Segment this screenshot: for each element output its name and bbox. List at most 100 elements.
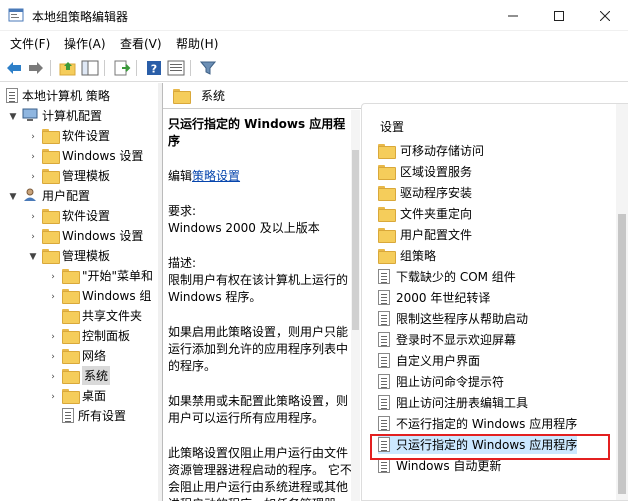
expand-icon[interactable]: ›: [48, 372, 58, 382]
menu-file[interactable]: 文件(F): [10, 35, 50, 52]
list-item[interactable]: 区域设置服务: [378, 161, 472, 181]
folder-icon: [62, 308, 80, 324]
toolbar: ?: [0, 54, 628, 82]
list-item[interactable]: 文件夹重定向: [378, 203, 472, 223]
tree-item-system[interactable]: 系统: [62, 365, 111, 385]
tree-item-computer-config[interactable]: 计算机配置: [22, 105, 102, 125]
tree-item-control-panel[interactable]: 控制面板: [62, 325, 130, 345]
tree-item-network[interactable]: 网络: [62, 345, 106, 365]
maximize-button[interactable]: [536, 0, 582, 31]
tree-item-desktop[interactable]: 桌面: [62, 385, 106, 405]
menu-help[interactable]: 帮助(H): [176, 35, 218, 52]
list-item[interactable]: 驱动程序安装: [378, 182, 472, 202]
export-icon: [114, 60, 131, 76]
settings-list: 设置 可移动存储访问 区域设置服务 驱动程序安装文件夹重定向 用户配置文件 组策略下载缺…: [361, 103, 628, 501]
show-hide-tree-button[interactable]: [80, 58, 100, 78]
tree-item-start-menu[interactable]: "开始"菜单和: [62, 265, 153, 285]
list-item-label: 驱动程序安装: [400, 185, 473, 200]
collapse-icon[interactable]: ▼: [8, 112, 18, 122]
tree-item-software-settings[interactable]: 软件设置: [42, 125, 110, 145]
help-icon: ?: [147, 61, 161, 76]
back-arrow-icon: [7, 62, 21, 74]
column-header-setting[interactable]: 设置: [380, 118, 404, 135]
folder-icon: [378, 227, 396, 243]
minimize-icon: [508, 15, 518, 16]
collapse-icon[interactable]: ▼: [28, 252, 38, 262]
properties-icon: [167, 60, 185, 76]
close-button[interactable]: [582, 0, 628, 31]
collapse-icon[interactable]: ▼: [8, 192, 18, 202]
list-item-label: 阻止访问命令提示符: [396, 374, 505, 389]
list-item[interactable]: 可移动存储访问: [378, 140, 484, 160]
list-item[interactable]: 自定义用户界面: [378, 350, 480, 370]
list-scrollbar-thumb[interactable]: [618, 214, 626, 494]
policy-document-icon: [6, 87, 18, 103]
tree-item-windows-settings[interactable]: Windows 设置: [42, 145, 143, 165]
folder-icon: [42, 128, 60, 144]
tree-item-local-policy[interactable]: 本地计算机 策略: [6, 85, 110, 105]
list-item[interactable]: 组策略: [378, 245, 436, 265]
list-item[interactable]: 2000 年世纪转译: [378, 287, 490, 307]
expand-icon[interactable]: ›: [48, 392, 58, 402]
list-item-label: 可移动存储访问: [400, 143, 485, 158]
tree-item-all-settings[interactable]: 所有设置: [62, 405, 126, 425]
edit-policy-line: 编辑策略设置: [168, 169, 241, 183]
folder-icon: [62, 288, 80, 304]
list-item[interactable]: 阻止访问命令提示符: [378, 371, 504, 391]
up-folder-button[interactable]: [58, 58, 78, 78]
list-item[interactable]: 不运行指定的 Windows 应用程序: [378, 413, 577, 433]
help-button[interactable]: ?: [144, 58, 164, 78]
expand-icon[interactable]: ›: [48, 272, 58, 282]
expand-icon[interactable]: ›: [28, 212, 38, 222]
list-item[interactable]: 限制这些程序从帮助启动: [378, 308, 528, 328]
list-item[interactable]: 登录时不显示欢迎屏幕: [378, 329, 516, 349]
expand-icon[interactable]: ›: [28, 152, 38, 162]
expand-icon[interactable]: ›: [48, 292, 58, 302]
list-item-label: 区域设置服务: [400, 164, 473, 179]
folder-icon: [173, 89, 191, 104]
tree-item-user-admin-templates[interactable]: 管理模板: [42, 245, 110, 265]
menu-action[interactable]: 操作(A): [64, 35, 106, 52]
folder-icon: [42, 148, 60, 164]
list-item[interactable]: 阻止访问注册表编辑工具: [378, 392, 528, 412]
settings-list-icon: [62, 407, 74, 423]
list-scrollbar[interactable]: [616, 104, 628, 500]
policy-setting-icon: [378, 331, 390, 347]
expand-icon[interactable]: ›: [48, 332, 58, 342]
view-button[interactable]: [166, 58, 186, 78]
forward-arrow-icon: [29, 62, 43, 74]
tree-item-shared-folders[interactable]: 共享文件夹: [62, 305, 142, 325]
filter-icon: [200, 61, 216, 75]
list-item[interactable]: 用户配置文件: [378, 224, 472, 244]
folder-icon: [378, 248, 396, 264]
expand-icon[interactable]: ›: [28, 232, 38, 242]
highlight-annotation: [370, 434, 610, 460]
expand-icon[interactable]: ›: [28, 172, 38, 182]
tree-item-windows-components[interactable]: Windows 组: [62, 285, 151, 305]
edit-policy-link[interactable]: 策略设置: [192, 169, 240, 183]
export-list-button[interactable]: [112, 58, 132, 78]
requirement-label: 要求:: [168, 204, 197, 218]
policy-setting-icon: [378, 352, 390, 368]
back-button[interactable]: [4, 58, 24, 78]
expand-icon[interactable]: ›: [28, 132, 38, 142]
policy-setting-icon: [378, 415, 390, 431]
close-icon: [600, 10, 610, 21]
tree-item-user-windows-settings[interactable]: Windows 设置: [42, 225, 143, 245]
filter-button[interactable]: [198, 58, 218, 78]
list-item[interactable]: 下载缺少的 COM 组件: [378, 266, 516, 286]
list-item-label: 下载缺少的 COM 组件: [396, 269, 516, 284]
forward-button[interactable]: [26, 58, 46, 78]
minimize-button[interactable]: [490, 0, 536, 31]
menu-view[interactable]: 查看(V): [120, 35, 162, 52]
folder-icon: [42, 168, 60, 184]
policy-title: 只运行指定的 Windows 应用程序: [168, 117, 346, 148]
tree-item-admin-templates[interactable]: 管理模板: [42, 165, 110, 185]
title-bar: 本地组策略编辑器: [0, 0, 628, 31]
description-scrollbar[interactable]: [351, 110, 360, 501]
list-item-label: 限制这些程序从帮助启动: [396, 311, 529, 326]
tree-item-user-software-settings[interactable]: 软件设置: [42, 205, 110, 225]
folder-up-icon: [59, 62, 76, 76]
expand-icon[interactable]: ›: [48, 352, 58, 362]
tree-item-user-config[interactable]: 用户配置: [22, 185, 90, 205]
